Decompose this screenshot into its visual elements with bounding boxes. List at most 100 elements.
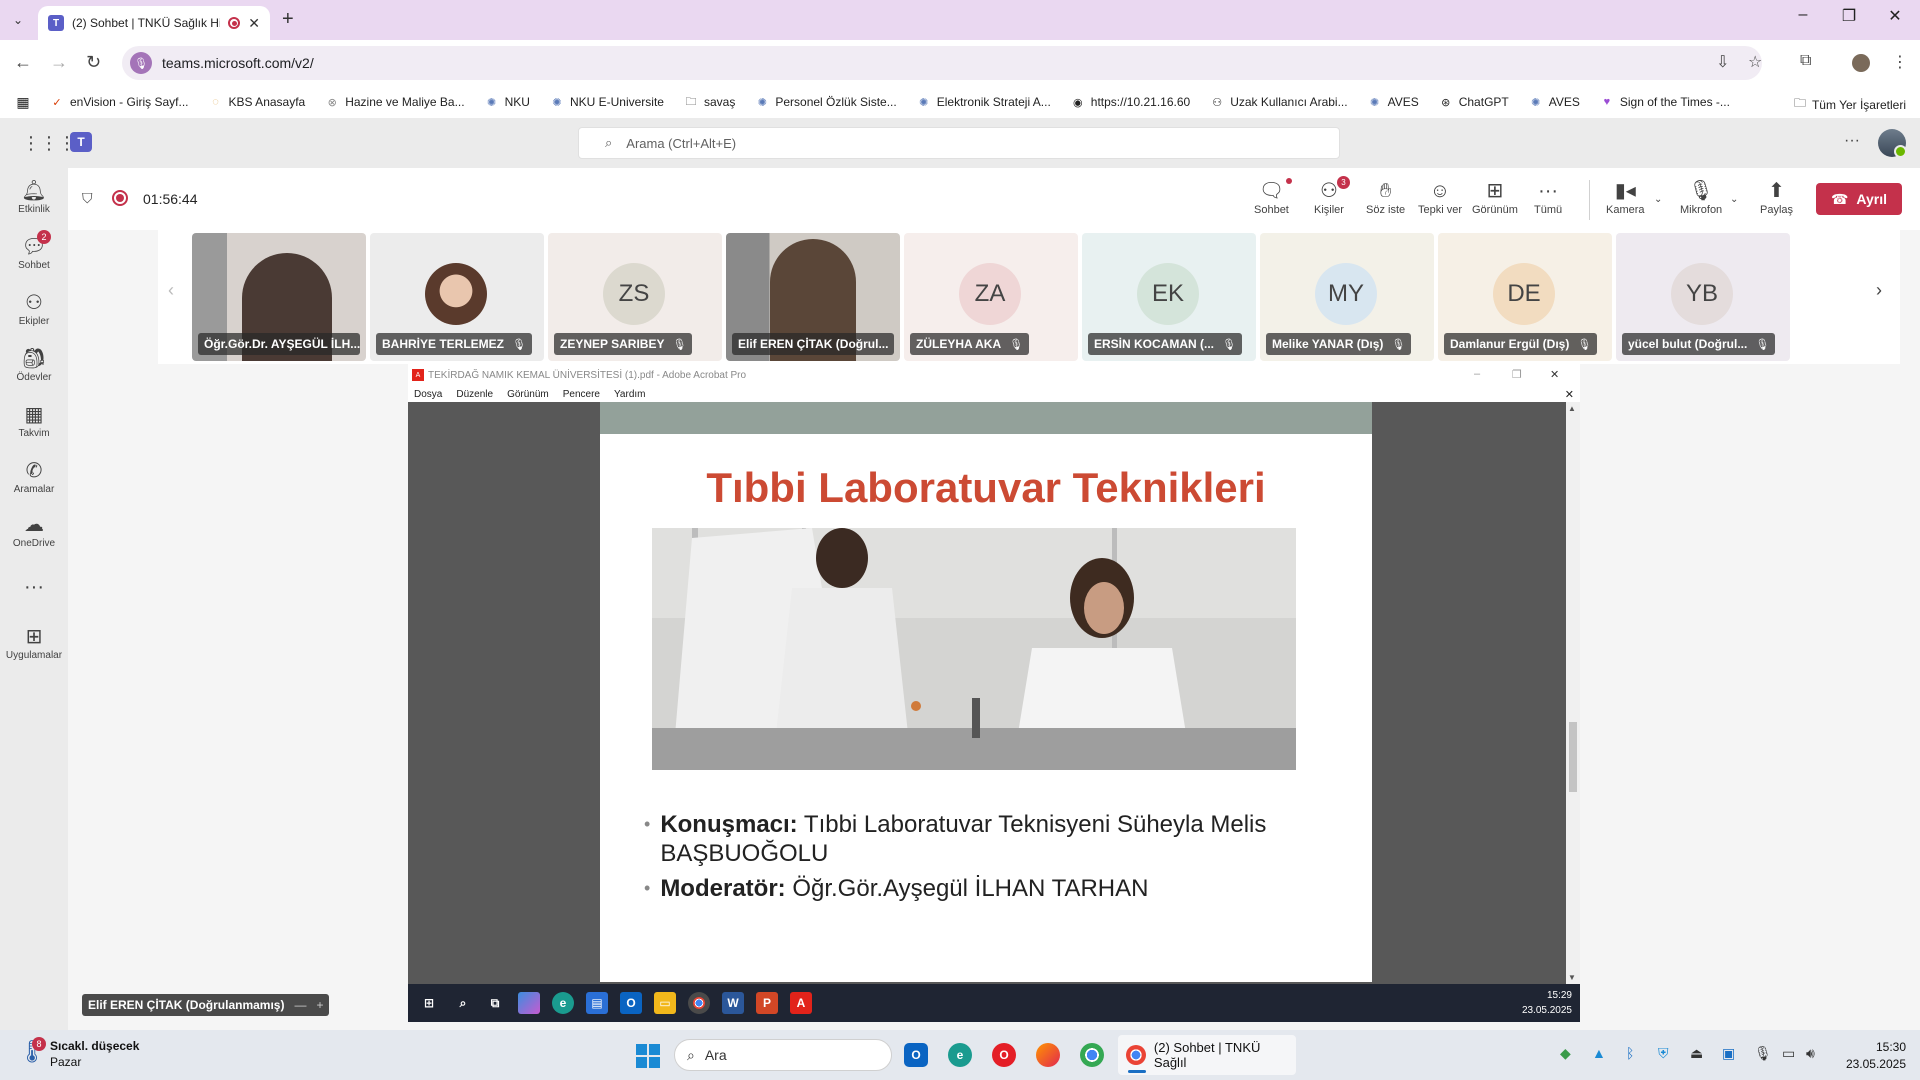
reload-icon[interactable]: ↻ <box>86 52 101 73</box>
url-omnibox[interactable]: 🎙 teams.microsoft.com/v2/ <box>122 46 1762 80</box>
acrobat-doc-close-icon[interactable]: ✕ <box>1565 388 1574 401</box>
all-bookmarks[interactable]: 🗀 Tüm Yer İşaretleri <box>1794 94 1906 115</box>
opera-icon[interactable]: O <box>992 1043 1016 1067</box>
google-drive-icon[interactable]: ▲ <box>1592 1045 1606 1061</box>
bluetooth-icon[interactable]: ᛒ <box>1626 1045 1634 1061</box>
participant-tile[interactable]: YB yücel bulut (Doğrul... 🎙︎ <box>1616 233 1790 361</box>
mic-site-icon[interactable]: 🎙 <box>130 52 152 74</box>
acrobat-scrollbar[interactable]: ▲ ▼ <box>1566 402 1580 984</box>
camera-options-chevron-icon[interactable]: ⌄ <box>1654 194 1662 205</box>
bookmark-item[interactable]: ✺ NKU E-Universite <box>550 95 664 109</box>
rail-item-calls[interactable]: ✆ Aramalar <box>0 458 68 495</box>
tray-app-icon[interactable]: ◆ <box>1560 1045 1571 1062</box>
participant-tile[interactable]: Elif EREN ÇİTAK (Doğrul... <box>726 233 900 361</box>
rail-item-activity[interactable]: 🔔︎ Etkinlik <box>0 178 68 215</box>
app-launcher-icon[interactable]: ⋮⋮⋮ <box>22 133 76 154</box>
participant-tile[interactable]: ZA ZÜLEYHA AKA 🎙︎ <box>904 233 1078 361</box>
rail-item-teams[interactable]: ⚇ Ekipler <box>0 290 68 327</box>
participant-tile[interactable]: MY Melike YANAR (Dış) 🎙︎ <box>1260 233 1434 361</box>
bookmark-item[interactable]: 🗀 savaş <box>684 95 735 109</box>
menu-item[interactable]: Düzenle <box>456 389 493 400</box>
acrobat-close-icon[interactable]: ✕ <box>1550 368 1559 381</box>
security-icon[interactable]: ⛨ <box>1658 1045 1669 1062</box>
mic-options-chevron-icon[interactable]: ⌄ <box>1730 194 1738 205</box>
bookmark-item[interactable]: ◌ KBS Anasayfa <box>209 95 305 109</box>
browser-menu-icon[interactable]: ⋮ <box>1892 52 1908 72</box>
network-icon[interactable]: ▭ <box>1782 1045 1795 1062</box>
bookmark-item[interactable]: ✺ Elektronik Strateji A... <box>917 95 1051 109</box>
bookmark-star-icon[interactable]: ☆ <box>1748 52 1762 72</box>
outlook-icon[interactable]: O <box>904 1043 928 1067</box>
browser-tab-teams[interactable]: T (2) Sohbet | TNKÜ Sağlık Hi ✕ <box>38 6 270 40</box>
forward-icon[interactable]: → <box>50 52 68 73</box>
rail-item-chat[interactable]: 💬︎ 2 Sohbet <box>0 230 68 271</box>
rail-item-calendar[interactable]: ▦ Takvim <box>0 402 68 439</box>
display-icon[interactable]: ▣ <box>1722 1045 1735 1062</box>
user-avatar[interactable] <box>1878 129 1907 158</box>
bookmark-item[interactable]: ✺ AVES <box>1529 95 1580 109</box>
rail-item-more[interactable]: ··· <box>0 574 68 600</box>
window-close-icon[interactable]: ✕ <box>1872 6 1918 26</box>
system-clock[interactable]: 15:30 23.05.2025 <box>1846 1039 1906 1073</box>
weather-widget[interactable]: 🌡︎ 8 Sıcakl. düşecek Pazar <box>18 1037 139 1070</box>
scroll-down-icon[interactable]: ▼ <box>1568 973 1576 982</box>
taskbar-search-input[interactable]: ⌕ Ara <box>674 1039 892 1071</box>
bookmark-item[interactable]: ♥ Sign of the Times -... <box>1600 95 1730 109</box>
scroll-up-icon[interactable]: ▲ <box>1568 404 1576 413</box>
bookmark-item[interactable]: ✺ AVES <box>1368 95 1419 109</box>
bookmark-item[interactable]: ⊗ Hazine ve Maliye Ba... <box>325 95 465 109</box>
tab-search-chevron-icon[interactable]: ⌄ <box>6 8 30 32</box>
participant-tile[interactable]: Öğr.Gör.Dr. AYŞEGÜL İLH... <box>192 233 366 361</box>
install-app-icon[interactable]: ⇩ <box>1716 52 1729 72</box>
scroll-thumb[interactable] <box>1569 722 1577 792</box>
share-button[interactable]: ⬆ Paylaş <box>1760 178 1793 216</box>
new-tab-icon[interactable]: + <box>282 8 294 31</box>
settings-more-icon[interactable]: ··· <box>1844 132 1860 150</box>
strip-prev-icon[interactable]: ‹ <box>168 280 174 301</box>
acrobat-restore-icon[interactable]: ❐ <box>1512 368 1522 381</box>
menu-item[interactable]: Yardım <box>614 389 646 400</box>
participant-tile[interactable]: ZS ZEYNEP SARIBEY 🎙︎ <box>548 233 722 361</box>
mic-button[interactable]: 🎙︎ Mikrofon <box>1680 178 1722 216</box>
bookmark-item[interactable]: ⚇ Uzak Kullanıcı Arabi... <box>1210 95 1347 109</box>
expand-stage-icon[interactable]: + <box>316 998 323 1012</box>
edge-icon[interactable]: e <box>948 1043 972 1067</box>
apps-grid-bookmark[interactable]: ▦ <box>16 94 30 110</box>
view-button[interactable]: ⊞ Görünüm <box>1472 178 1518 216</box>
restore-icon[interactable]: ❐ <box>1826 6 1872 26</box>
react-button[interactable]: ☺ Tepki ver <box>1418 178 1462 216</box>
minimize-icon[interactable]: – <box>1780 6 1826 24</box>
taskbar-active-app[interactable]: (2) Sohbet | TNKÜ Sağlıl <box>1118 1035 1296 1075</box>
bookmark-item[interactable]: ✓ enVision - Giriş Sayf... <box>50 95 188 109</box>
bookmark-item[interactable]: ✺ Personel Özlük Siste... <box>755 95 897 109</box>
leave-button[interactable]: ☎︎ Ayrıl <box>1816 183 1902 215</box>
camera-button[interactable]: ▮◂ Kamera <box>1606 178 1645 216</box>
minimize-stage-icon[interactable]: — <box>294 998 306 1012</box>
bookmark-item[interactable]: ✺ NKU <box>485 95 530 109</box>
browser-profile-icon[interactable] <box>1852 54 1870 72</box>
rail-item-onedrive[interactable]: ☁︎ OneDrive <box>0 512 68 549</box>
chat-button[interactable]: 🗨︎ Sohbet <box>1254 178 1292 216</box>
people-button[interactable]: ⚇ 3 Kişiler <box>1314 176 1350 216</box>
rail-item-apps[interactable]: ⊞ Uygulamalar <box>0 624 68 661</box>
bookmark-item[interactable]: ◉ https://10.21.16.60 <box>1071 95 1190 109</box>
menu-item[interactable]: Görünüm <box>507 389 549 400</box>
windows-start-icon[interactable] <box>636 1044 660 1068</box>
back-icon[interactable]: ← <box>14 52 32 73</box>
usb-icon[interactable]: ⏏ <box>1690 1045 1703 1062</box>
strip-next-icon[interactable]: › <box>1876 280 1882 301</box>
firefox-icon[interactable] <box>1036 1043 1060 1067</box>
chrome-icon[interactable] <box>1080 1043 1104 1067</box>
acrobat-minimize-icon[interactable]: – <box>1474 368 1480 380</box>
tab-close-icon[interactable]: ✕ <box>248 15 260 32</box>
participant-tile[interactable]: EK ERSİN KOCAMAN (... 🎙︎ <box>1082 233 1256 361</box>
mic-icon[interactable]: 🎙︎ <box>1754 1045 1772 1062</box>
menu-item[interactable]: Pencere <box>563 389 600 400</box>
raise-hand-button[interactable]: ✋︎ Söz iste <box>1366 178 1405 216</box>
bookmark-item[interactable]: ⊛ ChatGPT <box>1439 95 1509 109</box>
extensions-icon[interactable]: ⧉ <box>1800 52 1811 70</box>
more-button[interactable]: ··· Tümü <box>1534 178 1562 216</box>
participant-tile[interactable]: DE Damlanur Ergül (Dış) 🎙︎ <box>1438 233 1612 361</box>
volume-icon[interactable]: 🔊︎ <box>1806 1045 1815 1062</box>
search-input[interactable]: ⌕ Arama (Ctrl+Alt+E) <box>578 127 1340 159</box>
